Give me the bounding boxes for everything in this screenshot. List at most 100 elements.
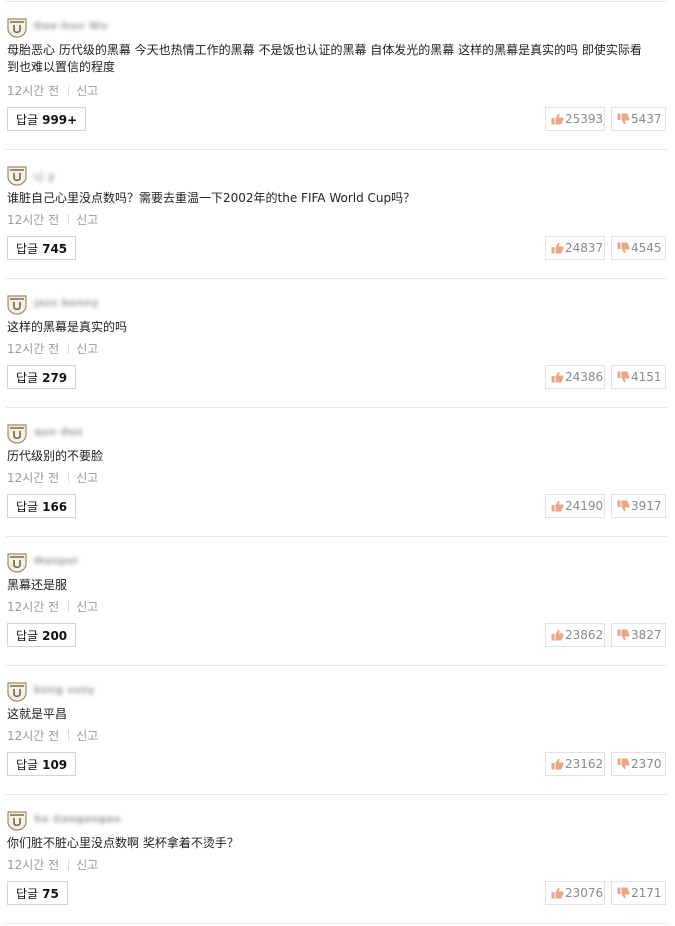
comment-item: Sa Gaogaogao 你们脏不脏心里没点数啊 奖杯拿着不烫手？ 12시간 전…: [0, 793, 675, 922]
like-button[interactable]: 23162: [545, 752, 605, 776]
comment-text: 你们脏不脏心里没点数啊 奖杯拿着不烫手？: [7, 836, 239, 850]
report-link[interactable]: 신고: [76, 600, 98, 614]
reply-label: 답글: [16, 500, 39, 514]
username[interactable]: quo dan: [34, 427, 83, 438]
username[interactable]: 나 2: [34, 169, 55, 184]
like-button[interactable]: 24837: [545, 236, 605, 260]
like-count: 24386: [565, 370, 604, 384]
like-button[interactable]: 24190: [545, 494, 605, 518]
dislike-button[interactable]: 3917: [611, 494, 666, 518]
comment-text: 这样的黑幕是真实的吗: [7, 320, 128, 334]
reply-button[interactable]: 답글 166: [7, 494, 77, 518]
comment-meta: 12시간 전 신고: [7, 340, 98, 357]
thumbs-up-icon: [551, 242, 564, 254]
thumbs-up-icon: [551, 371, 564, 383]
reply-button[interactable]: 답글 75: [7, 881, 68, 905]
report-link[interactable]: 신고: [76, 471, 98, 485]
like-count: 24190: [565, 499, 604, 513]
reply-count: 166: [42, 500, 68, 514]
thumbs-up-icon: [551, 758, 564, 770]
timestamp: 12시간 전: [7, 729, 60, 743]
dislike-count: 2171: [631, 886, 662, 900]
dislike-count: 5437: [631, 112, 662, 126]
thumbs-down-icon: [617, 629, 630, 641]
thumbs-up-icon: [551, 629, 564, 641]
timestamp: 12시간 전: [7, 471, 60, 485]
reply-label: 답글: [16, 242, 39, 256]
reply-label: 답글: [16, 113, 39, 127]
thumbs-down-icon: [617, 887, 630, 899]
like-count: 23162: [565, 757, 604, 771]
thumbs-down-icon: [617, 242, 630, 254]
comment-text: 母胎恶心 历代级的黑幕 今天也热情工作的黑幕 不是饭也认证的黑幕 自体发光的黑幕…: [7, 43, 642, 74]
timestamp: 12시간 전: [7, 342, 60, 356]
like-count: 23076: [565, 886, 604, 900]
reply-button[interactable]: 답글 200: [7, 623, 77, 647]
avatar-badge-icon[interactable]: [7, 553, 27, 573]
report-link[interactable]: 신고: [76, 729, 98, 743]
report-link[interactable]: 신고: [76, 342, 98, 356]
comment-text: 这就是平昌: [7, 707, 68, 721]
username[interactable]: Manpoi: [34, 556, 78, 567]
meta-divider: [68, 472, 70, 483]
avatar-badge-icon[interactable]: [7, 295, 27, 315]
meta-divider: [68, 343, 70, 354]
comment-text: 历代级别的不要脸: [7, 449, 104, 463]
like-button[interactable]: 23862: [545, 623, 605, 647]
reply-button[interactable]: 답글 999+: [7, 107, 87, 131]
dislike-count: 3917: [631, 499, 662, 513]
thumbs-up-icon: [551, 887, 564, 899]
reply-count: 999+: [42, 113, 78, 127]
reply-label: 답글: [16, 371, 39, 385]
reply-button[interactable]: 답글 279: [7, 365, 77, 389]
like-button[interactable]: 25393: [545, 107, 605, 131]
comment-meta: 12시간 전 신고: [7, 856, 98, 873]
comment-meta: 12시간 전 신고: [7, 82, 98, 99]
thumbs-down-icon: [617, 758, 630, 770]
reply-label: 답글: [16, 887, 39, 901]
report-link[interactable]: 신고: [76, 213, 98, 227]
meta-divider: [68, 214, 70, 225]
comment-text: 黑幕还是服: [7, 578, 68, 592]
comment-item: 나 2 谁脏自己心里没点数吗？需要去重温一下2002年的the FIFA Wor…: [0, 148, 675, 277]
avatar-badge-icon[interactable]: [7, 682, 27, 702]
dislike-button[interactable]: 4151: [611, 365, 666, 389]
dislike-button[interactable]: 5437: [611, 107, 666, 131]
username[interactable]: jazz benny: [34, 298, 99, 309]
timestamp: 12시간 전: [7, 858, 60, 872]
report-link[interactable]: 신고: [76, 84, 98, 98]
thumbs-down-icon: [617, 371, 630, 383]
dislike-button[interactable]: 2370: [611, 752, 666, 776]
reply-count: 745: [42, 242, 68, 256]
username[interactable]: kong suzy: [34, 685, 95, 696]
meta-divider: [68, 601, 70, 612]
reply-button[interactable]: 답글 109: [7, 752, 77, 776]
dislike-button[interactable]: 2171: [611, 881, 666, 905]
dislike-button[interactable]: 3827: [611, 623, 666, 647]
username[interactable]: Sa Gaogaogao: [34, 814, 121, 825]
report-link[interactable]: 신고: [76, 858, 98, 872]
avatar-badge-icon[interactable]: [7, 811, 27, 831]
timestamp: 12시간 전: [7, 213, 60, 227]
dislike-count: 3827: [631, 628, 662, 642]
reply-count: 279: [42, 371, 68, 385]
avatar-badge-icon[interactable]: [7, 166, 27, 186]
avatar-badge-icon[interactable]: [7, 424, 27, 444]
thumbs-up-icon: [551, 500, 564, 512]
reply-button[interactable]: 답글 745: [7, 236, 77, 260]
like-count: 25393: [565, 112, 604, 126]
username[interactable]: Dae-hun Wu: [34, 21, 108, 32]
dislike-count: 4151: [631, 370, 662, 384]
reply-label: 답글: [16, 629, 39, 643]
dislike-button[interactable]: 4545: [611, 236, 666, 260]
comment-text: 谁脏自己心里没点数吗？需要去重温一下2002年的the FIFA World C…: [7, 191, 416, 205]
like-button[interactable]: 24386: [545, 365, 605, 389]
meta-divider: [68, 85, 70, 96]
reply-label: 답글: [16, 758, 39, 772]
comment-item: jazz benny 这样的黑幕是真实的吗 12시간 전 신고 답글 279 243…: [0, 277, 675, 406]
meta-divider: [68, 859, 70, 870]
thumbs-down-icon: [617, 500, 630, 512]
meta-divider: [68, 730, 70, 741]
avatar-badge-icon[interactable]: [7, 18, 27, 38]
like-button[interactable]: 23076: [545, 881, 605, 905]
